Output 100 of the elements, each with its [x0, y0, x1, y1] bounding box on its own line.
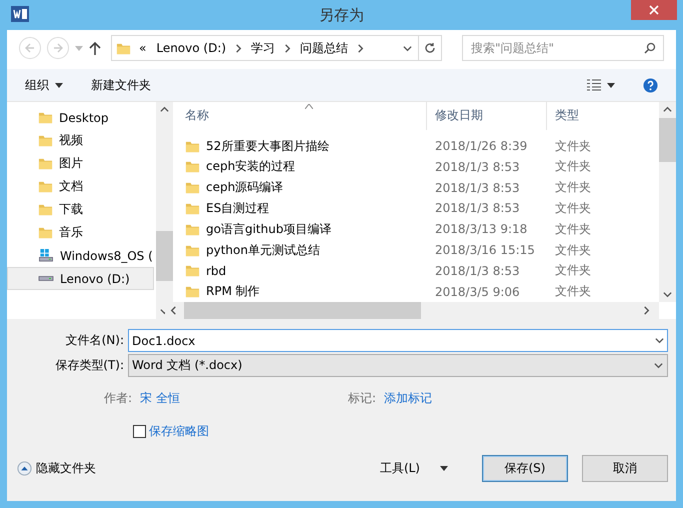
- author-label: 作者:: [102, 390, 133, 406]
- folder-icon: [185, 159, 200, 174]
- sidebar-item[interactable]: Desktop: [7, 106, 154, 129]
- sidebar-item[interactable]: Windows8_OS (: [7, 244, 154, 267]
- recent-locations-button[interactable]: [75, 46, 83, 50]
- folder-icon: [38, 133, 53, 148]
- date-cell-text: 2018/1/3 8:53: [434, 201, 521, 216]
- scroll-up-icon: [663, 105, 672, 114]
- column-header[interactable]: 类型: [547, 102, 637, 130]
- details-view-icon: [587, 79, 601, 91]
- file-name-cell[interactable]: 52所重要大事图片描绘: [165, 138, 427, 155]
- address-overflow[interactable]: «: [137, 41, 148, 55]
- close-button[interactable]: [631, 0, 677, 20]
- date-cell-text: 2018/1/3 8:53: [434, 160, 521, 174]
- date-cell-text: 2018/1/3 8:53: [434, 264, 521, 278]
- scroll-left-icon: [169, 306, 178, 315]
- folder-icon: [38, 202, 53, 217]
- window-title: 另存为: [319, 6, 364, 24]
- sidebar-item[interactable]: 下载: [7, 198, 154, 221]
- file-name-cell[interactable]: ES自测过程: [165, 200, 427, 217]
- author-link[interactable]: 宋 全恒: [140, 390, 340, 406]
- address-segment[interactable]: 问题总结: [298, 40, 350, 56]
- refresh-icon: [424, 42, 436, 54]
- view-button[interactable]: [587, 79, 615, 91]
- sidebar-item[interactable]: Lenovo (D:): [7, 267, 154, 290]
- date-cell-text: 2018/1/3 8:53: [434, 180, 521, 195]
- list-scrollbar[interactable]: [659, 102, 676, 302]
- type-cell-text: 文件夹: [554, 179, 592, 196]
- thumbnail-checkbox[interactable]: [133, 425, 146, 438]
- type-cell-text: 文件夹: [554, 262, 592, 280]
- date-cell-text: 2018/3/5 9:06: [434, 284, 521, 299]
- sidebar-scrollbar[interactable]: [156, 102, 173, 319]
- scroll-up-icon: [160, 105, 169, 114]
- file-name-cell[interactable]: go语言github项目编译: [165, 220, 427, 238]
- left-arrow-icon: [25, 43, 35, 53]
- tags-label: 标记:: [346, 390, 377, 406]
- folder-icon: [38, 225, 53, 240]
- folder-icon: [38, 179, 53, 194]
- file-name-cell[interactable]: ceph安装的过程: [165, 158, 427, 176]
- search-field[interactable]: 搜索"问题总结": [462, 35, 664, 61]
- address-bar[interactable]: « Lenovo (D:) 学习 问题总结: [111, 35, 442, 61]
- system-drive-icon: [38, 248, 54, 263]
- add-tags-link[interactable]: 添加标记: [384, 390, 432, 406]
- file-type-label: 保存类型(T):: [54, 357, 125, 374]
- type-cell-text: 文件夹: [554, 220, 592, 238]
- new-folder-button[interactable]: 新建文件夹: [91, 76, 151, 94]
- word-app-icon: [11, 6, 29, 22]
- filename-field[interactable]: Doc1.docx: [128, 329, 668, 352]
- sidebar-item[interactable]: 文档: [7, 175, 154, 198]
- filename-label: 文件名(N):: [64, 332, 125, 349]
- save-button[interactable]: 保存(S): [482, 454, 568, 482]
- file-name-cell[interactable]: RPM 制作: [165, 283, 427, 300]
- folder-icon: [185, 263, 200, 278]
- type-cell-text: 文件夹: [554, 158, 592, 176]
- up-button[interactable]: [89, 41, 101, 55]
- drive-icon: [38, 276, 54, 281]
- scrollbar-thumb[interactable]: [659, 118, 676, 162]
- type-cell-text: 文件夹: [554, 283, 592, 300]
- cancel-button[interactable]: 取消: [582, 454, 668, 482]
- folder-icon: [185, 284, 200, 300]
- date-cell-text: 2018/3/13 9:18: [434, 222, 528, 236]
- column-header[interactable]: 名称: [165, 102, 427, 130]
- tools-button[interactable]: 工具(L): [374, 458, 454, 478]
- file-type-dropdown[interactable]: Word 文档 (*.docx): [128, 354, 668, 377]
- thumbnail-label[interactable]: 保存缩略图: [149, 423, 209, 440]
- collapse-icon: [17, 460, 32, 476]
- column-header[interactable]: 修改日期: [427, 102, 547, 130]
- type-cell-text: 文件夹: [554, 138, 592, 155]
- scrollbar-thumb[interactable]: [156, 230, 173, 280]
- dropdown-arrow-icon: [55, 82, 63, 88]
- folder-icon: [185, 180, 200, 196]
- chevron-down-icon: [655, 336, 664, 345]
- sidebar-item[interactable]: 音乐: [7, 221, 154, 244]
- type-cell-text: 文件夹: [554, 200, 592, 217]
- organize-button[interactable]: 组织: [25, 76, 63, 94]
- scroll-down-icon: [663, 290, 672, 299]
- folder-icon: [38, 110, 53, 125]
- right-arrow-icon: [53, 43, 63, 53]
- date-cell-text: 2018/3/16 15:15: [434, 243, 536, 258]
- type-cell-text: 文件夹: [554, 242, 592, 259]
- help-icon: [643, 78, 658, 92]
- file-name-cell[interactable]: ceph源码编译: [165, 179, 427, 196]
- chevron-down-icon: [654, 361, 663, 370]
- file-name-cell[interactable]: python单元测试总结: [165, 242, 427, 259]
- scrollbar-thumb[interactable]: [184, 302, 421, 319]
- help-button[interactable]: [643, 78, 658, 92]
- sidebar-item[interactable]: 图片: [7, 152, 154, 175]
- search-icon: [644, 42, 656, 54]
- hide-folders-button[interactable]: 隐藏文件夹: [17, 460, 96, 476]
- date-cell-text: 2018/1/26 8:39: [434, 139, 528, 154]
- folder-icon: [38, 156, 53, 171]
- close-icon: [649, 5, 659, 15]
- file-name-cell[interactable]: rbd: [165, 263, 427, 278]
- scroll-right-icon: [642, 306, 651, 315]
- dropdown-arrow-icon: [440, 466, 448, 470]
- chevron-down-icon: [403, 44, 412, 52]
- address-segment[interactable]: Lenovo (D:): [154, 41, 228, 55]
- dropdown-arrow-icon: [607, 82, 615, 88]
- address-segment[interactable]: 学习: [249, 40, 278, 56]
- sidebar-item[interactable]: 视频: [7, 129, 154, 152]
